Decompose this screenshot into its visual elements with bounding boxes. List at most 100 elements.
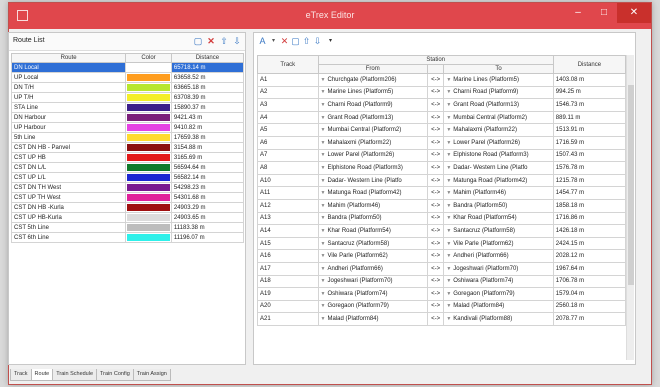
delete-track-icon[interactable]: ✕: [279, 36, 290, 47]
route-row[interactable]: STA Line 15890.37 m: [10, 102, 245, 113]
to-station-select[interactable]: ▼ Lower Parel (Platform26): [443, 135, 554, 150]
track-id-cell[interactable]: A14: [257, 224, 319, 238]
route-name-cell[interactable]: CST UP HB: [10, 152, 127, 163]
route-name-cell[interactable]: CST DN HB - Panvel: [10, 142, 127, 153]
dropdown-arrow-icon[interactable]: ▼: [321, 241, 326, 247]
track-row[interactable]: A21 ▼ Malad (Platform84) <-> ▼ Kandivali (Pla…: [257, 312, 627, 326]
track-row[interactable]: A12 ▼ Mahim (Platform46) <-> ▼ Bandra (Platfo…: [257, 198, 627, 213]
to-station-select[interactable]: ▼ Oshiwara (Platform74): [443, 274, 554, 289]
dropdown-arrow-icon[interactable]: ▼: [446, 215, 451, 221]
track-id-cell[interactable]: A3: [257, 98, 319, 112]
route-name-cell[interactable]: CST DN HB -Kurla: [10, 202, 127, 213]
route-color-cell[interactable]: [125, 72, 172, 83]
from-station-select[interactable]: ▼ Goregaon (Platform79): [317, 299, 429, 314]
from-station-select[interactable]: ▼ Malad (Platform84): [317, 312, 429, 326]
route-color-cell[interactable]: [125, 232, 172, 243]
dropdown-arrow-icon[interactable]: ▼: [446, 190, 451, 196]
move-down-icon[interactable]: ⇩: [231, 35, 243, 47]
dropdown-arrow-icon[interactable]: ▼: [446, 102, 451, 108]
tab-train-schedule[interactable]: Train Schedule: [52, 369, 98, 381]
route-row[interactable]: 5th Line 17659.38 m: [10, 132, 245, 143]
dropdown-arrow-icon[interactable]: ▾: [268, 36, 279, 47]
track-id-cell[interactable]: A11: [257, 186, 319, 200]
dropdown-arrow-icon[interactable]: ▼: [446, 253, 451, 259]
track-id-cell[interactable]: A16: [257, 249, 319, 263]
route-row[interactable]: CST DN HB - Panvel 3154.88 m: [10, 142, 245, 153]
track-id-cell[interactable]: A12: [257, 198, 319, 213]
route-color-cell[interactable]: [125, 102, 172, 113]
dropdown-arrow-icon[interactable]: ▼: [446, 203, 451, 209]
track-id-cell[interactable]: A4: [257, 110, 319, 125]
vertical-scrollbar[interactable]: [626, 55, 634, 360]
track-id-cell[interactable]: A6: [257, 135, 319, 150]
route-color-cell[interactable]: [125, 132, 172, 143]
track-row[interactable]: A8 ▼ Elphistone Road (Platform3) <-> ▼ Dadar-…: [257, 161, 627, 175]
from-station-select[interactable]: ▼ Mahalaxmi (Platform22): [317, 135, 429, 150]
to-station-select[interactable]: ▼ Mahalaxmi (Platform22): [443, 123, 554, 137]
track-row[interactable]: A1 ▼ Churchgate (Platform206) <-> ▼ Marine Li…: [257, 73, 627, 87]
route-color-cell[interactable]: [125, 192, 172, 203]
route-color-cell[interactable]: [125, 202, 172, 213]
dropdown-arrow-icon[interactable]: ▼: [446, 140, 451, 146]
track-row[interactable]: A15 ▼ Santacruz (Platform58) <-> ▼ Vile Parle…: [257, 236, 627, 251]
dropdown-arrow-icon[interactable]: ▼: [446, 291, 451, 297]
add-track-icon[interactable]: A: [257, 36, 268, 47]
from-station-select[interactable]: ▼ Oshiwara (Platform74): [317, 287, 429, 301]
swap-button[interactable]: <->: [426, 312, 445, 326]
route-color-cell[interactable]: [125, 62, 172, 73]
to-station-select[interactable]: ▼ Marine Lines (Platform5): [443, 73, 554, 87]
route-row[interactable]: CST 5th Line 11183.38 m: [10, 222, 245, 233]
route-name-cell[interactable]: CST UP L/L: [10, 172, 127, 183]
swap-button[interactable]: <->: [426, 249, 445, 263]
route-name-cell[interactable]: CST 5th Line: [10, 222, 127, 233]
from-station-select[interactable]: ▼ Churchgate (Platform206): [317, 73, 429, 87]
route-row[interactable]: CST UP HB-Kurla 24903.65 m: [10, 212, 245, 223]
dropdown-arrow-icon[interactable]: ▼: [446, 266, 451, 272]
dropdown-arrow-icon[interactable]: ▼: [446, 278, 451, 284]
route-row[interactable]: CST UP L/L 56582.14 m: [10, 172, 245, 183]
track-id-cell[interactable]: A18: [257, 274, 319, 289]
tab-train-config[interactable]: Train Config: [96, 369, 134, 381]
to-station-select[interactable]: ▼ Malad (Platform84): [443, 299, 554, 314]
swap-button[interactable]: <->: [426, 186, 445, 200]
to-station-select[interactable]: ▼ Mumbai Central (Platform2): [443, 110, 554, 125]
track-row[interactable]: A19 ▼ Oshiwara (Platform74) <-> ▼ Goregaon (P…: [257, 287, 627, 301]
track-id-cell[interactable]: A7: [257, 148, 319, 163]
route-row[interactable]: CST DN TH West 54298.23 m: [10, 182, 245, 193]
dropdown-arrow-icon[interactable]: ▼: [321, 291, 326, 297]
close-button[interactable]: ✕: [617, 3, 651, 23]
route-color-cell[interactable]: [125, 162, 172, 173]
track-id-cell[interactable]: A8: [257, 161, 319, 175]
track-row[interactable]: A18 ▼ Jogeshwari (Platform70) <-> ▼ Oshiwara …: [257, 274, 627, 289]
route-color-cell[interactable]: [125, 112, 172, 123]
route-name-cell[interactable]: 5th Line: [10, 132, 127, 143]
route-color-cell[interactable]: [125, 212, 172, 223]
to-station-select[interactable]: ▼ Jogeshwari (Platform70): [443, 261, 554, 276]
track-row[interactable]: A13 ▼ Bandra (Platform50) <-> ▼ Khar Road (Pl…: [257, 211, 627, 226]
to-station-select[interactable]: ▼ Andheri (Platform66): [443, 249, 554, 263]
track-row[interactable]: A16 ▼ Vile Parle (Platform62) <-> ▼ Andheri (…: [257, 249, 627, 263]
overflow-icon[interactable]: ▾: [325, 36, 336, 47]
track-id-cell[interactable]: A17: [257, 261, 319, 276]
to-station-select[interactable]: ▼ Charni Road (Platform9): [443, 85, 554, 100]
track-row[interactable]: A14 ▼ Khar Road (Platform54) <-> ▼ Santacruz …: [257, 224, 627, 238]
swap-button[interactable]: <->: [426, 161, 445, 175]
from-station-select[interactable]: ▼ Charni Road (Platform9): [317, 98, 429, 112]
route-color-cell[interactable]: [125, 222, 172, 233]
move-down-icon[interactable]: ⇩: [312, 36, 323, 47]
track-row[interactable]: A2 ▼ Marine Lines (Platform5) <-> ▼ Charni Ro…: [257, 85, 627, 100]
track-id-cell[interactable]: A2: [257, 85, 319, 100]
swap-button[interactable]: <->: [426, 224, 445, 238]
route-name-cell[interactable]: UP T/H: [10, 92, 127, 103]
track-row[interactable]: A7 ▼ Lower Parel (Platform26) <-> ▼ Elphiston…: [257, 148, 627, 163]
scrollbar-thumb[interactable]: [628, 85, 634, 285]
to-column-header[interactable]: To: [443, 64, 554, 74]
to-station-select[interactable]: ▼ Santacruz (Platform58): [443, 224, 554, 238]
move-up-icon[interactable]: ⇧: [218, 35, 230, 47]
track-id-cell[interactable]: A1: [257, 73, 319, 87]
to-station-select[interactable]: ▼ Kandivali (Platform88): [443, 312, 554, 326]
route-column-header[interactable]: Route: [10, 53, 127, 63]
insert-icon[interactable]: ▢: [290, 36, 301, 47]
route-row[interactable]: UP Harbour 9410.82 m: [10, 122, 245, 133]
to-station-select[interactable]: ▼ Dadar- Western Line (Platfo: [443, 161, 554, 175]
